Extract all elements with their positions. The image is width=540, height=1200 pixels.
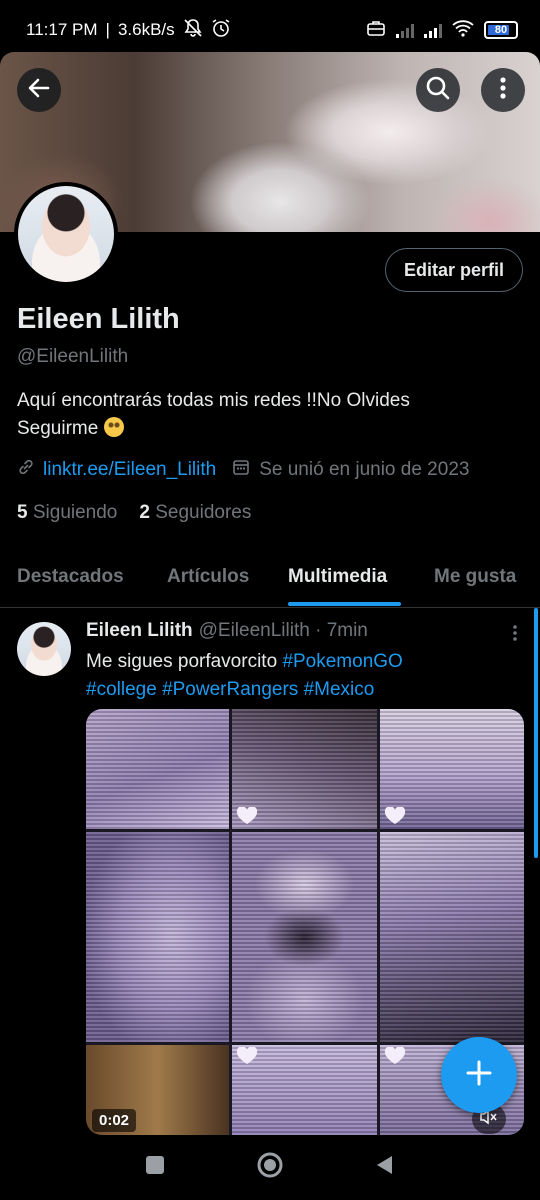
status-left: 11:17 PM | 3.6kB/s: [26, 18, 231, 43]
tweet-handle-time: @EileenLilith · 7min: [198, 620, 368, 641]
network-speed: 3.6kB/s: [117, 20, 175, 39]
following-count: 5: [17, 502, 28, 523]
tweet-author-name[interactable]: Eileen Lilith: [86, 620, 193, 642]
search-button[interactable]: [416, 68, 460, 112]
heart-sticker-icon: [236, 1046, 258, 1065]
recents-button[interactable]: [144, 1154, 166, 1181]
bio-line-1: Aquí encontrarás todas mis redes !!No Ol…: [17, 390, 410, 411]
profile-name: Eileen Lilith: [17, 303, 180, 335]
profile-meta: linktr.ee/Eileen_Lilith Se unió en junio…: [17, 458, 469, 482]
follow-counts: 5 Siguiendo 2 Seguidores: [17, 502, 251, 524]
tweet-header: Eileen Lilith @EileenLilith · 7min: [86, 620, 368, 642]
tab-multimedia[interactable]: Multimedia: [288, 566, 387, 588]
system-nav-bar: [0, 1135, 540, 1200]
link-icon: [17, 458, 35, 482]
media-tile: [86, 709, 229, 829]
battery-level: 80: [494, 24, 508, 36]
tweet-avatar[interactable]: [17, 622, 71, 676]
heart-sticker-icon: [384, 806, 406, 825]
heart-sticker-icon: [236, 806, 258, 825]
alarm-icon: [211, 18, 231, 43]
media-tile: [380, 832, 524, 1042]
hashtag[interactable]: #PokemonGO: [282, 651, 402, 672]
compose-button[interactable]: [441, 1037, 517, 1113]
status-time: 11:17 PM: [26, 20, 98, 39]
home-button[interactable]: [256, 1151, 284, 1184]
more-vertical-icon: [499, 76, 507, 105]
status-bar: 11:17 PM | 3.6kB/s 80: [0, 0, 540, 60]
scroll-indicator: [534, 608, 538, 858]
bio-line-2: Seguirme: [17, 418, 99, 439]
tweet-more-button[interactable]: [512, 624, 518, 647]
search-icon: [425, 75, 451, 106]
tab-articulos[interactable]: Artículos: [167, 566, 249, 588]
status-right: 80: [366, 19, 518, 42]
back-nav-button[interactable]: [374, 1154, 396, 1181]
profile-tabs: Destacados Artículos Multimedia Me gusta: [0, 548, 540, 608]
briefcase-icon: [366, 19, 386, 42]
joined-date: Se unió en junio de 2023: [259, 459, 470, 480]
profile-handle: @EileenLilith: [17, 346, 129, 367]
media-tile: [232, 832, 377, 1042]
hashtag[interactable]: #PowerRangers: [162, 679, 298, 700]
profile-avatar[interactable]: [14, 182, 118, 286]
plus-icon: [465, 1059, 493, 1092]
profile-link[interactable]: linktr.ee/Eileen_Lilith: [43, 459, 216, 481]
battery-icon: 80: [484, 21, 518, 39]
notifications-off-icon: [183, 18, 203, 43]
heart-sticker-icon: [384, 1046, 406, 1065]
more-button[interactable]: [481, 68, 525, 112]
signal-icon: [396, 22, 414, 38]
edit-profile-button[interactable]: Editar perfil: [384, 248, 523, 292]
more-vertical-icon: [512, 625, 518, 646]
hashtag[interactable]: #college: [86, 679, 157, 700]
tweet-text-plain: Me sigues porfavorcito: [86, 651, 278, 672]
media-tile: [86, 832, 229, 1042]
video-duration: 0:02: [92, 1109, 137, 1132]
followers-link[interactable]: 2 Seguidores: [139, 502, 251, 524]
tab-me-gusta[interactable]: Me gusta: [434, 566, 516, 588]
status-separator: |: [105, 20, 110, 39]
calendar-icon: [232, 458, 250, 482]
following-label: Siguiendo: [32, 502, 118, 523]
profile-bio: Aquí encontrarás todas mis redes !!No Ol…: [17, 387, 517, 443]
hashtag[interactable]: #Mexico: [304, 679, 375, 700]
wifi-icon: [452, 19, 474, 42]
active-tab-indicator: [288, 602, 401, 606]
pleading-face-emoji-icon: [103, 417, 124, 437]
signal-2-icon: [424, 22, 442, 38]
tab-destacados[interactable]: Destacados: [17, 566, 124, 588]
back-button[interactable]: [17, 68, 61, 112]
following-link[interactable]: 5 Siguiendo: [17, 502, 117, 524]
followers-count: 2: [139, 502, 150, 523]
followers-label: Seguidores: [155, 502, 252, 523]
arrow-left-icon: [26, 75, 52, 106]
tweet-text: Me sigues porfavorcito #PokemonGO #colle…: [86, 648, 506, 704]
